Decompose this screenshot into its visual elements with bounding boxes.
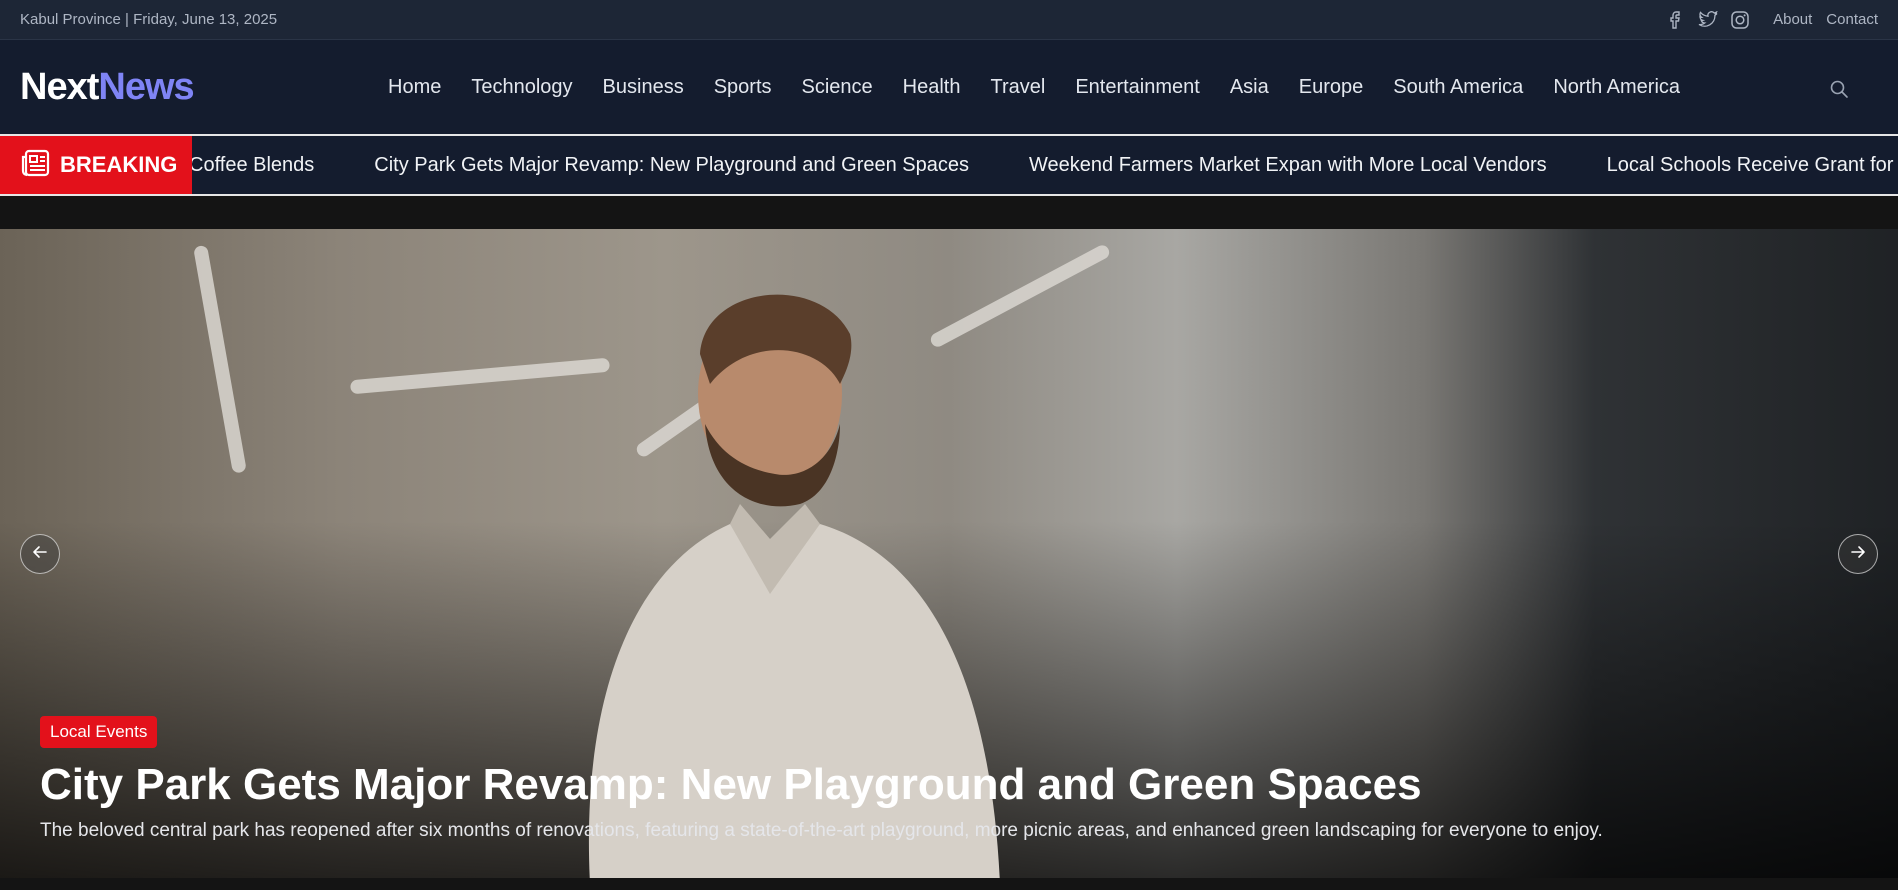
slider-next-button[interactable] [1838,534,1878,574]
instagram-icon[interactable] [1729,9,1751,31]
main-nav: Home Technology Business Sports Science … [373,76,1695,99]
ticker-track: Coffee Blends City Park Gets Major Revam… [189,136,1898,194]
ticker-item[interactable]: Coffee Blends [189,154,314,177]
logo-part-news: News [98,65,194,108]
hero-caption: Local Events City Park Gets Major Revamp… [40,716,1858,842]
breaking-news-bar: BREAKING Coffee Blends City Park Gets Ma… [0,136,1898,196]
ceiling-light [193,244,247,474]
ticker-item[interactable]: Weekend Farmers Market Expan with More L… [1029,154,1547,177]
hero-headline[interactable]: City Park Gets Major Revamp: New Playgro… [40,760,1858,810]
nav-asia[interactable]: Asia [1215,76,1284,99]
slider-prev-button[interactable] [20,534,60,574]
main-header: NextNews Home Technology Business Sports… [0,40,1898,136]
about-link[interactable]: About [1773,11,1812,28]
top-bar: Kabul Province | Friday, June 13, 2025 A… [0,0,1898,40]
arrow-left-icon [32,544,48,565]
category-badge[interactable]: Local Events [40,716,158,748]
nav-north-america[interactable]: North America [1538,76,1695,99]
nav-europe[interactable]: Europe [1284,76,1379,99]
breaking-label: BREAKING [0,136,192,194]
nav-health[interactable]: Health [888,76,976,99]
twitter-icon[interactable] [1697,9,1719,31]
contact-link[interactable]: Contact [1826,11,1878,28]
nav-entertainment[interactable]: Entertainment [1060,76,1215,99]
arrow-right-icon [1850,544,1866,565]
logo-part-next: Next [20,65,99,108]
topbar-right: About Contact [1665,9,1878,31]
nav-sports[interactable]: Sports [699,76,787,99]
hero-summary: The beloved central park has reopened af… [40,820,1603,841]
ticker-item[interactable]: City Park Gets Major Revamp: New Playgro… [374,154,969,177]
hero-slider: Local Events City Park Gets Major Revamp… [0,229,1898,878]
nav-south-america[interactable]: South America [1378,76,1538,99]
nav-travel[interactable]: Travel [975,76,1060,99]
nav-home[interactable]: Home [373,76,456,99]
newspaper-icon [20,149,50,182]
search-icon[interactable] [1828,78,1850,100]
ticker-item[interactable]: Local Schools Receive Grant for New T [1607,154,1898,177]
nav-science[interactable]: Science [787,76,888,99]
site-logo[interactable]: NextNews [20,66,373,109]
facebook-icon[interactable] [1665,9,1687,31]
nav-technology[interactable]: Technology [456,76,587,99]
breaking-label-text: BREAKING [60,152,178,177]
location-date: Kabul Province | Friday, June 13, 2025 [20,11,278,28]
nav-business[interactable]: Business [588,76,699,99]
social-links [1665,9,1751,31]
